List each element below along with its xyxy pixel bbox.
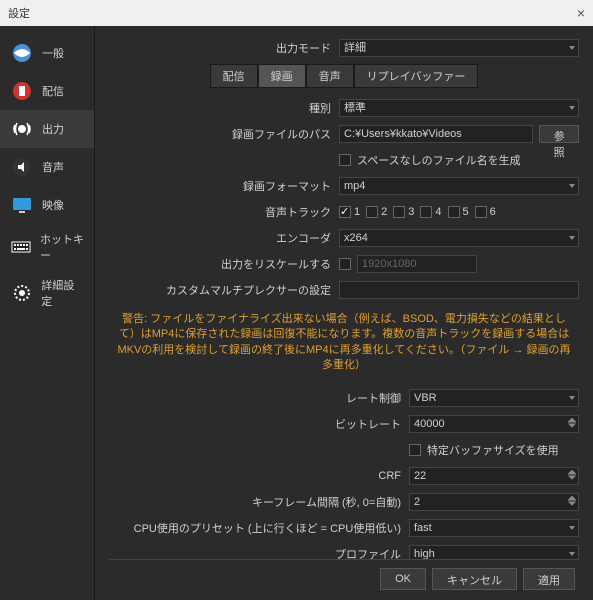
apply-button[interactable]: 適用 <box>523 568 575 590</box>
bitrate-input[interactable] <box>409 415 579 433</box>
rescale-input <box>357 255 477 273</box>
track-num: 2 <box>381 206 387 218</box>
stream-icon <box>10 79 34 103</box>
window-title: 設定 <box>8 5 30 21</box>
path-label: 録画ファイルのパス <box>109 126 339 142</box>
track-6-checkbox[interactable] <box>475 206 487 218</box>
rate-label: レート制御 <box>109 390 409 406</box>
tab-replay[interactable]: リプレイバッファー <box>354 64 479 88</box>
track-num: 3 <box>408 206 414 218</box>
sidebar-item-general[interactable]: 一般 <box>0 34 94 72</box>
ok-button[interactable]: OK <box>380 568 426 590</box>
sidebar-label: 映像 <box>42 197 64 213</box>
type-select[interactable]: 標準 <box>339 99 579 117</box>
encoder-select[interactable]: x264 <box>339 229 579 247</box>
encoder-label: エンコーダ <box>109 230 339 246</box>
titlebar: 設定 × <box>0 0 593 26</box>
sidebar-item-output[interactable]: 出力 <box>0 110 94 148</box>
track-2-checkbox[interactable] <box>366 206 378 218</box>
sidebar-item-stream[interactable]: 配信 <box>0 72 94 110</box>
tab-audio[interactable]: 音声 <box>306 64 354 88</box>
crf-input[interactable] <box>409 467 579 485</box>
audio-icon <box>10 155 34 179</box>
track-4-checkbox[interactable] <box>420 206 432 218</box>
track-label: 音声トラック <box>109 204 339 220</box>
track-5-checkbox[interactable] <box>448 206 460 218</box>
nospace-label: スペースなしのファイル名を生成 <box>357 152 521 168</box>
sidebar-label: 詳細設定 <box>41 277 84 309</box>
crf-label: CRF <box>109 470 409 482</box>
custom-buf-checkbox[interactable] <box>409 444 421 456</box>
gear-icon <box>10 281 33 305</box>
sidebar: 一般 配信 出力 音声 映像 ホットキー 詳細設定 <box>0 26 95 600</box>
mux-label: カスタムマルチプレクサーの設定 <box>109 282 339 298</box>
type-label: 種別 <box>109 100 339 116</box>
tabs: 配信 録画 音声 リプレイバッファー <box>109 64 579 88</box>
track-num: 5 <box>463 206 469 218</box>
tab-stream[interactable]: 配信 <box>210 64 258 88</box>
output-mode-label: 出力モード <box>109 40 339 56</box>
monitor-icon <box>10 193 34 217</box>
track-3-checkbox[interactable] <box>393 206 405 218</box>
format-select[interactable]: mp4 <box>339 177 579 195</box>
sidebar-label: 出力 <box>42 121 64 137</box>
bitrate-label: ビットレート <box>109 416 409 432</box>
path-input[interactable] <box>339 125 533 143</box>
preset-select[interactable]: fast <box>409 519 579 537</box>
preset-label: CPU使用のプリセット (上に行くほど = CPU使用低い) <box>109 520 409 536</box>
gear-globe-icon <box>10 41 34 65</box>
browse-button[interactable]: 参照 <box>539 125 579 143</box>
sidebar-label: 音声 <box>42 159 64 175</box>
mp4-warning: 警告: ファイルをファイナライズ出来ない場合（例えば、BSOD、電力損失などの結… <box>109 308 579 378</box>
custom-buf-label: 特定バッファサイズを使用 <box>427 442 559 458</box>
track-num: 4 <box>435 206 441 218</box>
sidebar-label: ホットキー <box>40 231 84 263</box>
output-icon <box>10 117 34 141</box>
sidebar-item-video[interactable]: 映像 <box>0 186 94 224</box>
rescale-checkbox[interactable] <box>339 258 351 270</box>
sidebar-item-hotkeys[interactable]: ホットキー <box>0 224 94 270</box>
sidebar-item-advanced[interactable]: 詳細設定 <box>0 270 94 316</box>
keyint-label: キーフレーム間隔 (秒, 0=自動) <box>109 494 409 510</box>
output-mode-select[interactable]: 詳細 <box>339 39 579 57</box>
rescale-label: 出力をリスケールする <box>109 256 339 272</box>
sidebar-label: 一般 <box>42 45 64 61</box>
rate-select[interactable]: VBR <box>409 389 579 407</box>
sidebar-label: 配信 <box>42 83 64 99</box>
profile-select[interactable]: high <box>409 545 579 559</box>
keyint-input[interactable] <box>409 493 579 511</box>
sidebar-item-audio[interactable]: 音声 <box>0 148 94 186</box>
keyboard-icon <box>10 235 32 259</box>
nospace-checkbox[interactable] <box>339 154 351 166</box>
track-1-checkbox[interactable] <box>339 206 351 218</box>
cancel-button[interactable]: キャンセル <box>432 568 517 590</box>
profile-label: プロファイル <box>109 546 409 559</box>
track-num: 1 <box>354 206 360 218</box>
mux-input[interactable] <box>339 281 579 299</box>
tab-record[interactable]: 録画 <box>258 64 306 88</box>
close-icon[interactable]: × <box>577 5 585 21</box>
track-num: 6 <box>490 206 496 218</box>
format-label: 録画フォーマット <box>109 178 339 194</box>
